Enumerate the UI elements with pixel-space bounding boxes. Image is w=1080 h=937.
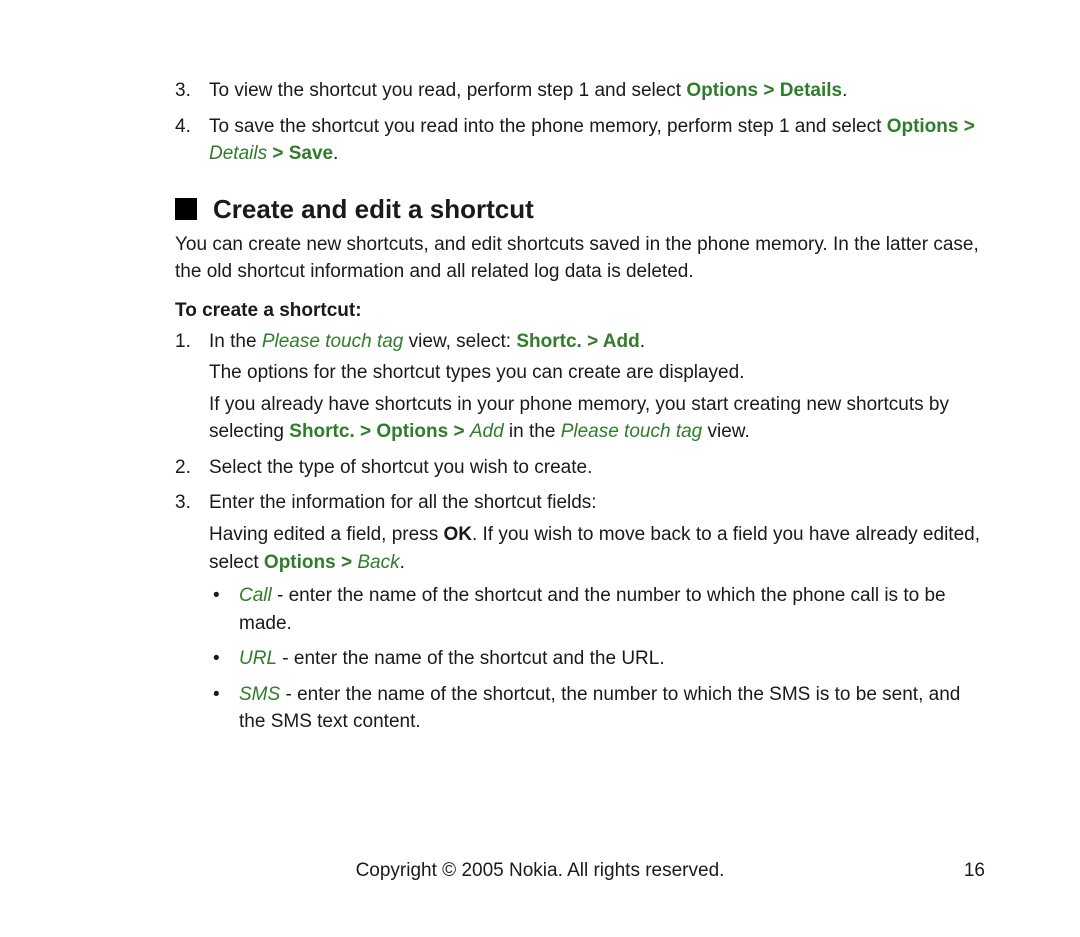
document-page: 3. To view the shortcut you read, perform… [0, 0, 1080, 937]
text-run: Back [357, 552, 399, 573]
list-item-body: To view the shortcut you read, perform s… [209, 80, 847, 101]
text-run: SMS [239, 684, 280, 705]
list-item-number: 2. [175, 454, 191, 482]
text-run: The options for the shortcut types you c… [209, 362, 744, 383]
section-heading: Create and edit a shortcut [175, 194, 985, 225]
text-run: . [640, 331, 645, 352]
list-item: 3. Enter the information for all the shor… [175, 489, 985, 735]
text-run: > [267, 143, 289, 164]
text-run: > [336, 552, 358, 573]
text-run: Add [603, 331, 640, 352]
text-run: Options [887, 116, 959, 137]
preceding-ordered-list: 3. To view the shortcut you read, perform… [175, 77, 985, 168]
text-run: Please touch tag [561, 421, 703, 442]
text-run: . [400, 552, 405, 573]
list-item: 4. To save the shortcut you read into the… [175, 113, 985, 168]
text-run: Select the type of shortcut you wish to … [209, 457, 592, 478]
section-intro-paragraph: You can create new shortcuts, and edit s… [175, 231, 985, 286]
text-run: Details [780, 80, 842, 101]
bullet-item: Call - enter the name of the shortcut an… [209, 582, 985, 637]
text-run: view, select: [403, 331, 516, 352]
bullet-item: SMS - enter the name of the shortcut, th… [209, 681, 985, 736]
copyright-footer: Copyright © 2005 Nokia. All rights reser… [0, 860, 1080, 882]
text-run: - enter the name of the shortcut, the nu… [239, 684, 960, 733]
text-run: OK [443, 524, 472, 545]
list-item-paragraph: In the Please touch tag view, select: Sh… [209, 331, 645, 352]
text-run: Options [376, 421, 448, 442]
text-run: - enter the name of the shortcut and the… [239, 585, 946, 634]
text-run: URL [239, 648, 277, 669]
text-run: Options [686, 80, 758, 101]
list-item-paragraph: Select the type of shortcut you wish to … [209, 457, 592, 478]
text-run: . [842, 80, 847, 101]
text-run: Enter the information for all the shortc… [209, 492, 597, 513]
procedure-ordered-list: 1. In the Please touch tag view, select: … [175, 328, 985, 736]
bullet-list: Call - enter the name of the shortcut an… [209, 582, 985, 736]
text-run: > [448, 421, 470, 442]
list-item-paragraph: The options for the shortcut types you c… [209, 359, 985, 387]
text-run: . [333, 143, 338, 164]
text-run: view. [702, 421, 750, 442]
text-run: - enter the name of the shortcut and the… [277, 648, 665, 669]
list-item-number: 1. [175, 328, 191, 356]
text-run: in the [504, 421, 561, 442]
text-run: Save [289, 143, 333, 164]
text-run: > [355, 421, 377, 442]
list-item-paragraph: If you already have shortcuts in your ph… [209, 391, 985, 446]
text-run: Add [470, 421, 504, 442]
procedure-subheading: To create a shortcut: [175, 300, 985, 322]
text-run: Shortc. [289, 421, 354, 442]
list-item-paragraph: Having edited a field, press OK. If you … [209, 521, 985, 576]
text-run: Call [239, 585, 272, 606]
text-run: Shortc. [516, 331, 581, 352]
page-number: 16 [964, 860, 985, 882]
text-run: > [582, 331, 603, 352]
filled-square-icon [175, 198, 197, 220]
text-run: Details [209, 143, 267, 164]
list-item-body: To save the shortcut you read into the p… [209, 116, 975, 165]
list-item: 1. In the Please touch tag view, select: … [175, 328, 985, 446]
text-run: To view the shortcut you read, perform s… [209, 80, 686, 101]
text-run: In the [209, 331, 262, 352]
text-run: > [758, 80, 780, 101]
list-item: 3. To view the shortcut you read, perform… [175, 77, 985, 105]
text-run: Options [264, 552, 336, 573]
bullet-item: URL - enter the name of the shortcut and… [209, 645, 985, 673]
text-run: To save the shortcut you read into the p… [209, 116, 887, 137]
list-item-number: 3. [175, 489, 191, 517]
section-heading-text: Create and edit a shortcut [213, 194, 534, 225]
list-item: 2. Select the type of shortcut you wish t… [175, 454, 985, 482]
list-item-number: 4. [175, 113, 191, 141]
list-item-paragraph: Enter the information for all the shortc… [209, 492, 597, 513]
text-run: Having edited a field, press [209, 524, 443, 545]
list-item-number: 3. [175, 77, 191, 105]
text-run: Please touch tag [262, 331, 404, 352]
text-run: > [958, 116, 974, 137]
